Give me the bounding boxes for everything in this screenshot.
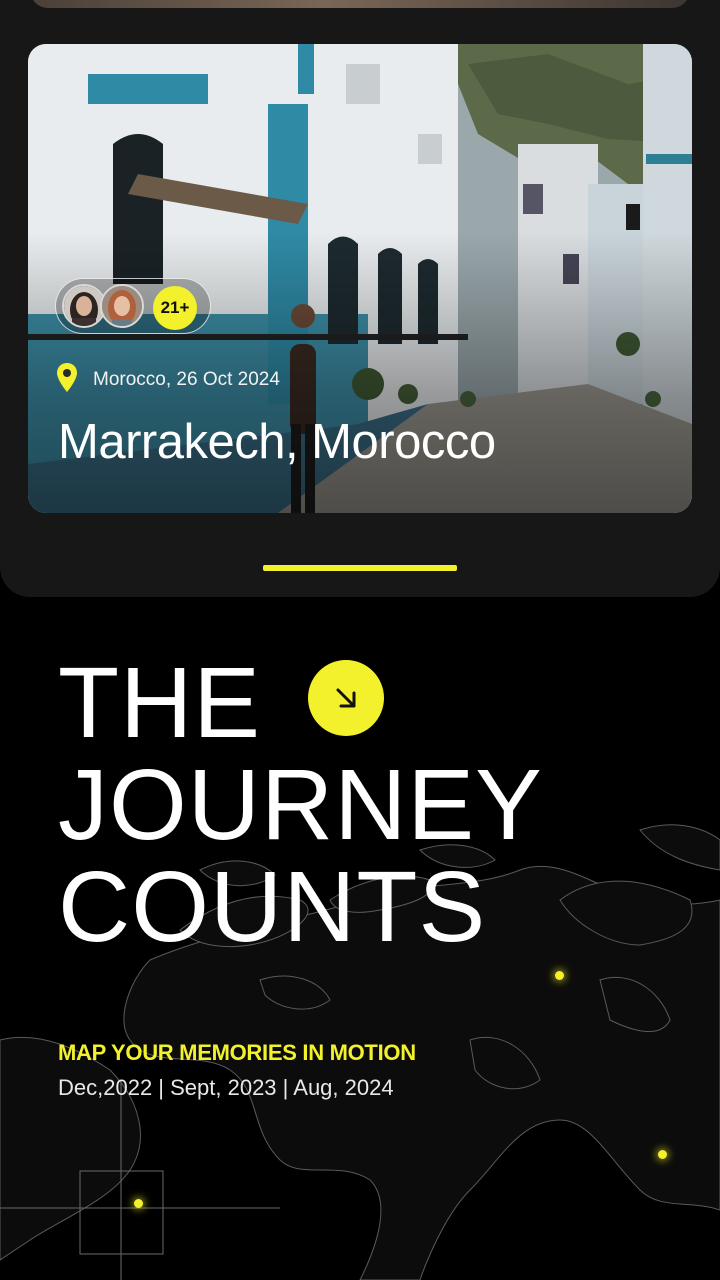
top-panel: 21+ Morocco, 26 Oct 2024 Marrakech, Moro… [0, 0, 720, 597]
headline-line: THE [58, 647, 261, 759]
explore-button[interactable] [308, 660, 384, 736]
attendees-group[interactable]: 21+ [55, 278, 211, 334]
arrow-down-right-icon [336, 688, 356, 708]
subheading: MAP YOUR MEMORIES IN MOTION [58, 1040, 416, 1065]
map-marker[interactable] [134, 1199, 143, 1208]
headline-line: COUNTS [58, 851, 487, 963]
avatar [100, 284, 144, 328]
map-marker[interactable] [555, 971, 564, 980]
trip-dates: Dec,2022 | Sept, 2023 | Aug, 2024 [58, 1075, 394, 1100]
trip-card[interactable]: 21+ Morocco, 26 Oct 2024 Marrakech, Moro… [28, 44, 692, 513]
trip-title: Marrakech, Morocco [58, 415, 496, 469]
attendee-count-badge: 21+ [153, 286, 197, 330]
map-marker[interactable] [658, 1150, 667, 1159]
hero-headline: THE JOURNEY COUNTS [58, 652, 543, 958]
headline-line: JOURNEY [58, 749, 543, 861]
previous-trip-card[interactable] [30, 0, 690, 8]
carousel-indicator [263, 565, 457, 571]
trip-meta: Morocco, 26 Oct 2024 [93, 369, 280, 390]
map-pin-icon [57, 363, 77, 392]
